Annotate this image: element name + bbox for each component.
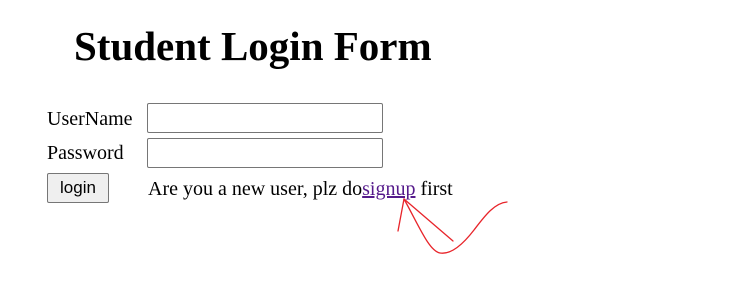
password-label: Password bbox=[47, 142, 124, 164]
login-form: UserName Password login Are you a new us… bbox=[47, 103, 547, 213]
password-input[interactable] bbox=[147, 138, 383, 168]
page-title: Student Login Form bbox=[74, 23, 432, 69]
signup-link[interactable]: signup bbox=[362, 178, 415, 200]
username-label: UserName bbox=[47, 108, 133, 130]
signup-prompt-suffix: first bbox=[415, 178, 453, 200]
signup-prompt-text: Are you a new user, plz do bbox=[148, 178, 363, 200]
username-input[interactable] bbox=[147, 103, 383, 133]
login-button[interactable]: login bbox=[47, 173, 109, 203]
signup-prompt: Are you a new user, plz dosignup first bbox=[148, 177, 453, 201]
